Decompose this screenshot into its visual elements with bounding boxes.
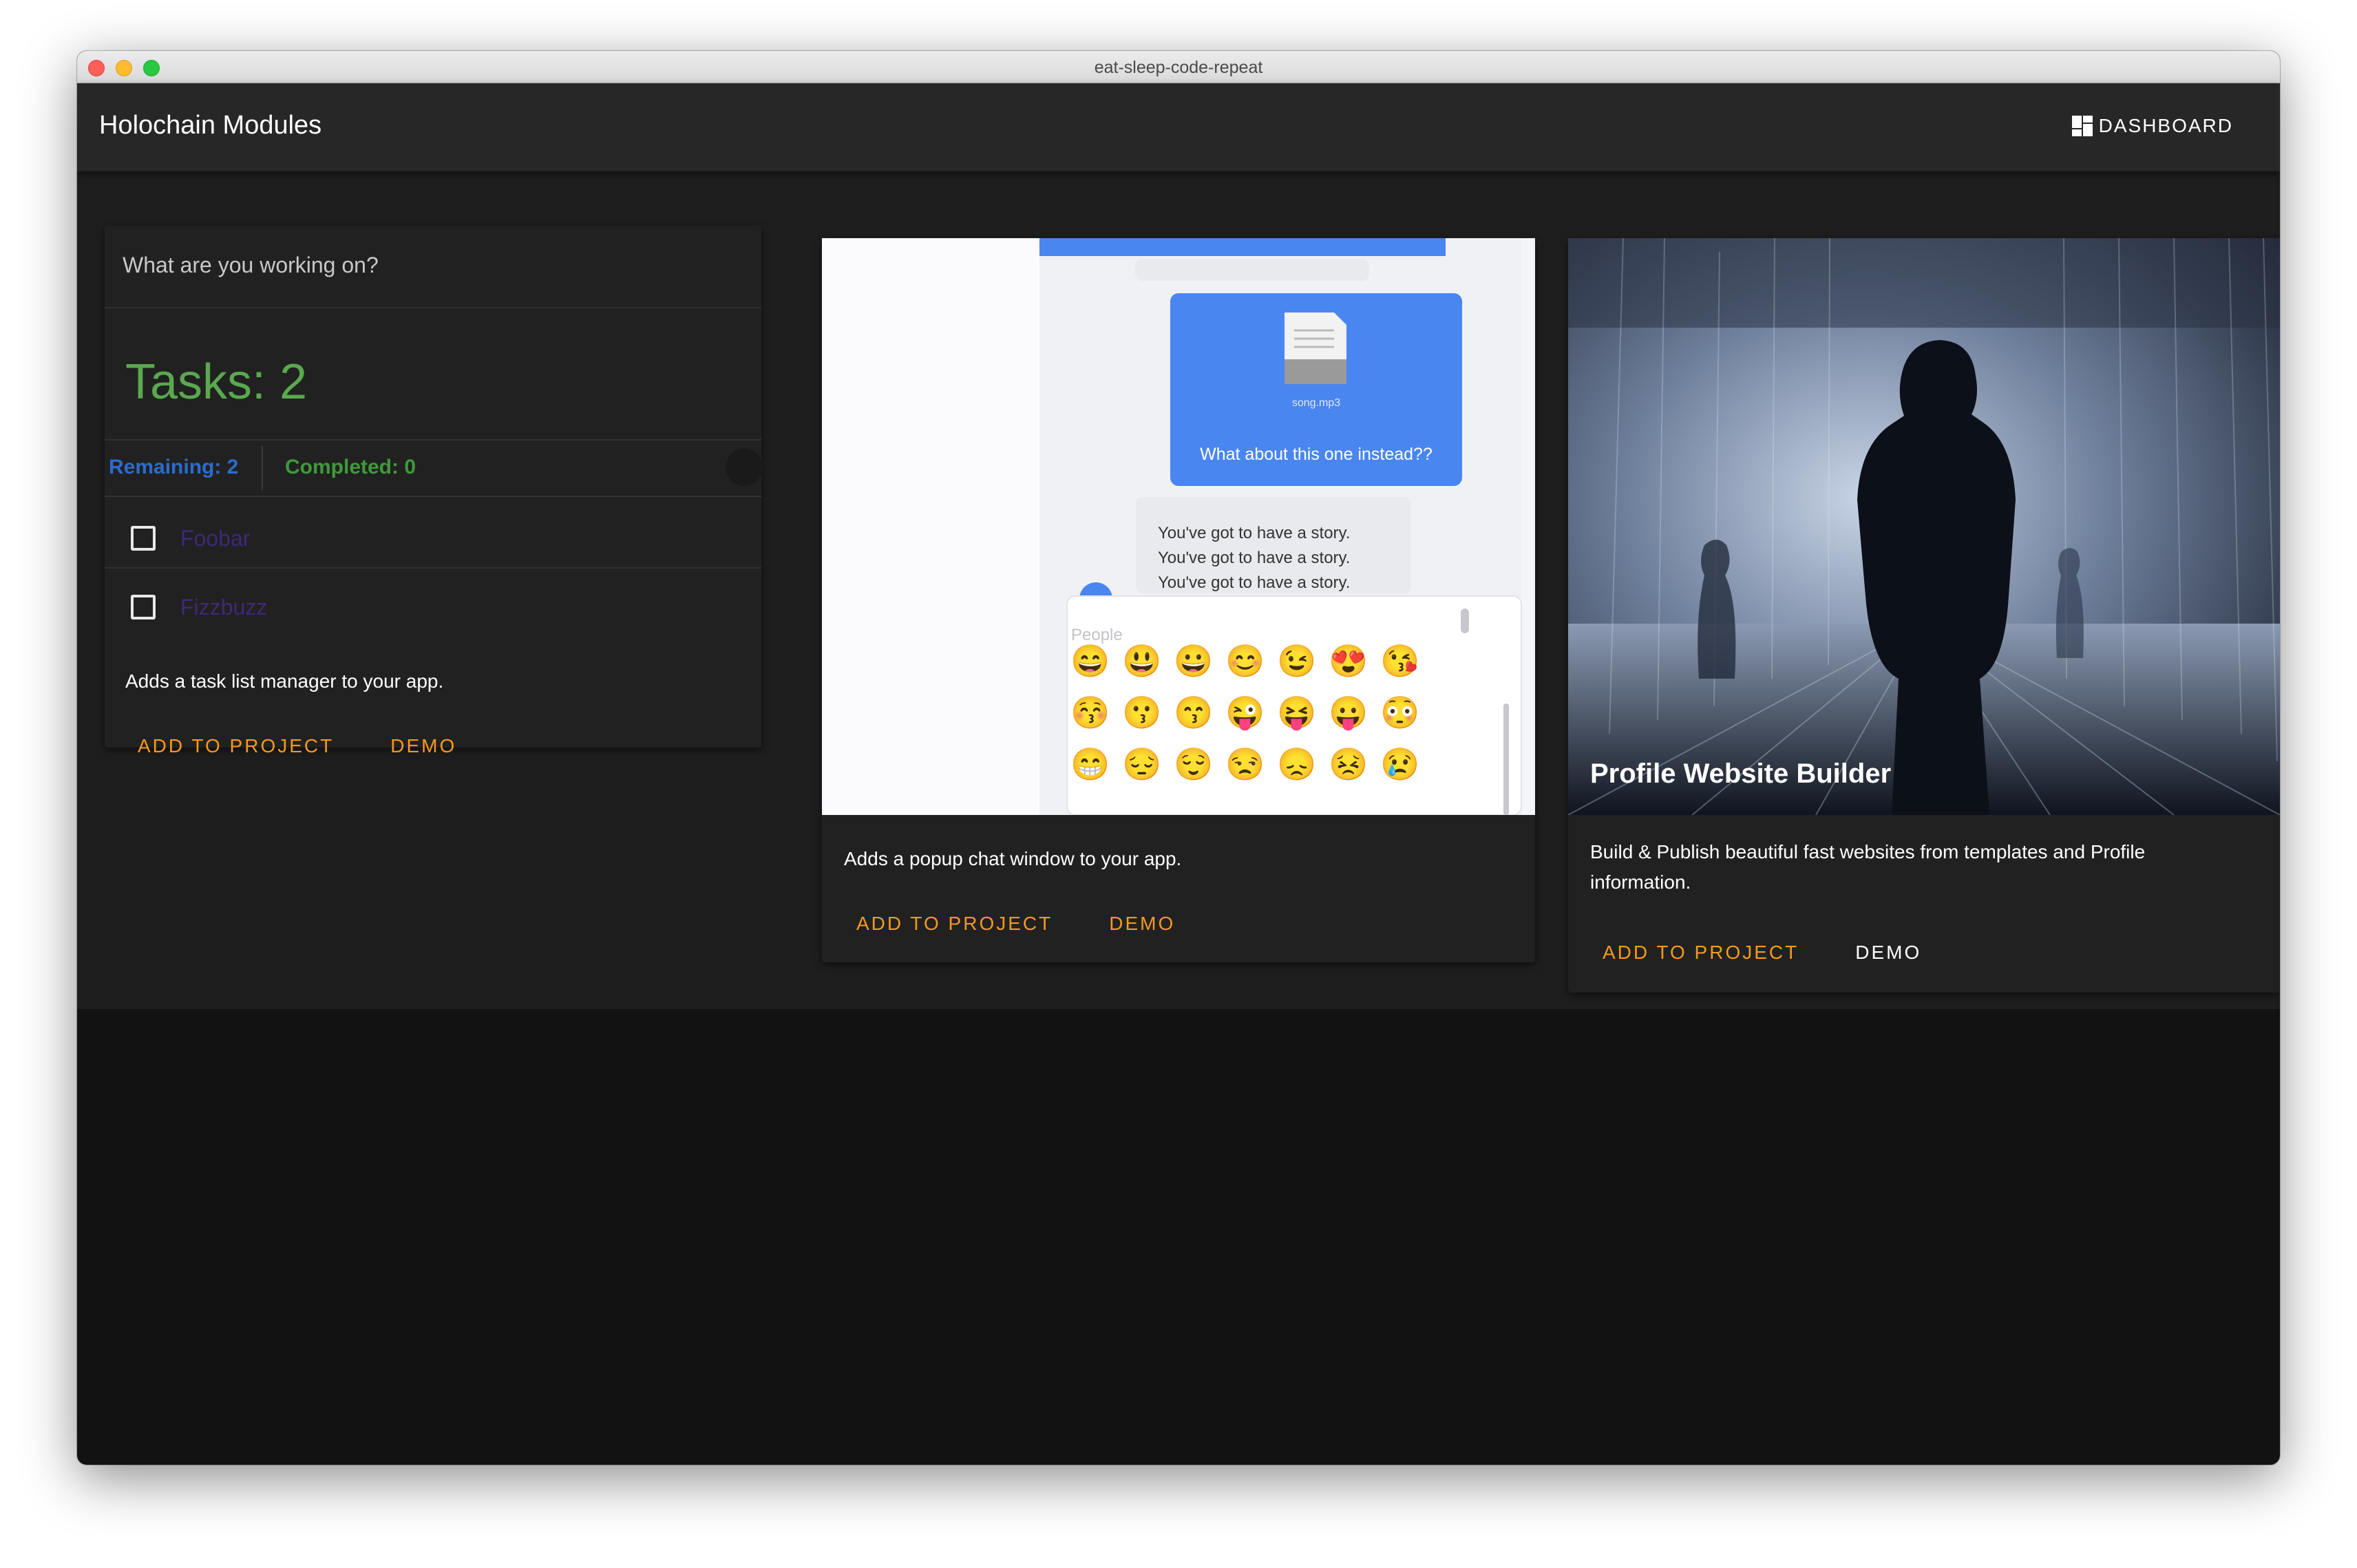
emoji-item[interactable]: 😜	[1225, 695, 1265, 732]
chat-description: Adds a popup chat window to your app.	[844, 848, 1182, 869]
story-line: You've got to have a story.	[1158, 573, 1350, 592]
app-bar: Holochain Modules DASHBOARD	[77, 83, 2280, 171]
todo-actions: ADD TO PROJECT DEMO	[138, 735, 456, 757]
emoji-item[interactable]: 😌	[1174, 746, 1213, 782]
emoji-grid: 😄 😃 😀 😊 😉 😍 😘 😚 😗 😙 😜 😝 😛 😳 😁 😔 😌 😒 😞 😣 😢	[1070, 643, 1419, 782]
task-checkbox[interactable]	[131, 595, 156, 619]
task-item: Foobar	[105, 500, 761, 569]
emoji-item[interactable]: 😄	[1070, 643, 1110, 679]
filter-toggle-circle[interactable]	[726, 449, 763, 486]
filter-remaining-tab[interactable]: Remaining: 2	[109, 456, 238, 479]
chat-add-to-project-button[interactable]: ADD TO PROJECT	[856, 913, 1053, 935]
emoji-item[interactable]: 😉	[1277, 643, 1316, 679]
profile-demo-button[interactable]: DEMO	[1855, 942, 1921, 964]
new-task-input[interactable]	[121, 252, 743, 279]
task-label: Fizzbuzz	[180, 595, 268, 619]
profile-module-card: Profile Website Builder Build & Publish …	[1568, 238, 2280, 993]
profile-actions: ADD TO PROJECT DEMO	[1603, 942, 1921, 964]
chat-preview-illustration: song.mp3 What about this one instead?? Y…	[822, 238, 1535, 815]
modules-grid: Tasks: 2 Remaining: 2 Completed: 0 Fooba…	[77, 171, 2280, 1009]
chat-module-card: song.mp3 What about this one instead?? Y…	[822, 238, 1535, 962]
todo-demo-button[interactable]: DEMO	[390, 735, 456, 757]
task-checkbox[interactable]	[131, 526, 156, 551]
dashboard-icon	[2070, 114, 2095, 138]
profile-description: Build & Publish beautiful fast websites …	[1590, 841, 2146, 893]
profile-preview-image: Profile Website Builder	[1568, 238, 2280, 815]
emoji-item[interactable]: 😗	[1122, 695, 1161, 730]
dashboard-button[interactable]: DASHBOARD	[2070, 114, 2233, 138]
task-label: Foobar	[180, 526, 251, 551]
task-item: Fizzbuzz	[105, 569, 761, 636]
emoji-item[interactable]: 😊	[1225, 643, 1265, 679]
emoji-item[interactable]: 😞	[1277, 746, 1316, 782]
attachment-name: song.mp3	[1292, 397, 1340, 409]
story-line: You've got to have a story.	[1158, 524, 1350, 542]
emoji-item[interactable]: 😔	[1122, 746, 1161, 782]
emoji-item[interactable]: 😍	[1329, 643, 1368, 679]
chat-demo-button[interactable]: DEMO	[1109, 913, 1175, 935]
emoji-item[interactable]: 😳	[1380, 695, 1419, 730]
chat-actions: ADD TO PROJECT DEMO	[856, 913, 1175, 935]
window-titlebar: eat-sleep-code-repeat	[77, 51, 2280, 83]
emoji-item[interactable]: 😢	[1380, 746, 1419, 782]
emoji-item[interactable]: 😝	[1277, 695, 1316, 732]
profile-add-to-project-button[interactable]: ADD TO PROJECT	[1603, 942, 1799, 964]
emoji-item[interactable]: 😁	[1070, 746, 1110, 782]
tasks-count-heading: Tasks: 2	[125, 354, 308, 410]
profile-card-title: Profile Website Builder	[1590, 759, 1892, 789]
emoji-item[interactable]: 😚	[1070, 695, 1110, 730]
chat-media-title: Popup Chat	[841, 756, 996, 786]
emoji-item[interactable]: 😘	[1380, 643, 1419, 679]
filter-completed-tab[interactable]: Completed: 0	[285, 456, 416, 479]
app-title: Holochain Modules	[99, 111, 322, 140]
emoji-item[interactable]: 😛	[1329, 695, 1368, 732]
emoji-item[interactable]: 😀	[1174, 643, 1213, 679]
rain-room-illustration	[1568, 238, 2280, 815]
todo-module-card: Tasks: 2 Remaining: 2 Completed: 0 Fooba…	[105, 226, 763, 756]
chat-bubble-text: What about this one instead??	[1200, 445, 1433, 464]
emoji-item[interactable]: 😙	[1174, 695, 1213, 730]
story-line: You've got to have a story.	[1158, 549, 1350, 567]
app-window: eat-sleep-code-repeat Holochain Modules …	[77, 51, 2280, 1465]
emoji-item[interactable]: 😣	[1329, 746, 1368, 782]
chat-preview-image: song.mp3 What about this one instead?? Y…	[822, 238, 1535, 815]
todo-description: Adds a task list manager to your app.	[125, 670, 444, 692]
window-title: eat-sleep-code-repeat	[1094, 58, 1263, 77]
todo-add-to-project-button[interactable]: ADD TO PROJECT	[138, 735, 334, 757]
emoji-item[interactable]: 😃	[1122, 643, 1161, 679]
emoji-section-label: People	[1071, 626, 1123, 644]
emoji-item[interactable]: 😒	[1225, 746, 1265, 782]
filter-divider	[262, 446, 263, 490]
dashboard-label: DASHBOARD	[2098, 115, 2233, 136]
task-filter-bar: Remaining: 2 Completed: 0	[105, 439, 763, 497]
new-task-field	[105, 226, 761, 308]
